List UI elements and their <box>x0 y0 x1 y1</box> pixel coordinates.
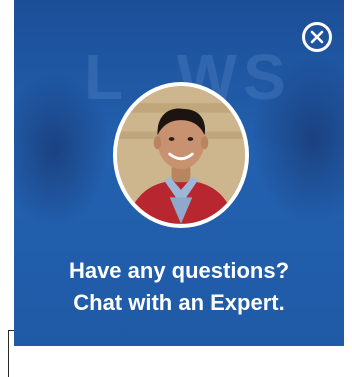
chat-headline: Have any questions? Chat with an Expert. <box>14 255 344 319</box>
headline-line-2: Chat with an Expert. <box>73 290 285 315</box>
headline-line-1: Have any questions? <box>68 258 290 283</box>
expert-avatar <box>113 82 249 228</box>
expert-photo-icon <box>117 86 245 224</box>
close-button[interactable] <box>302 22 332 52</box>
page-left-margin <box>0 0 14 377</box>
page-right-margin <box>344 0 352 346</box>
page-bottom-margin <box>14 346 352 377</box>
chat-promo-popup[interactable]: L WS Have any questions? Chat with an Ex… <box>14 0 344 346</box>
close-icon <box>310 30 324 44</box>
frame-corner-vertical <box>8 330 9 377</box>
